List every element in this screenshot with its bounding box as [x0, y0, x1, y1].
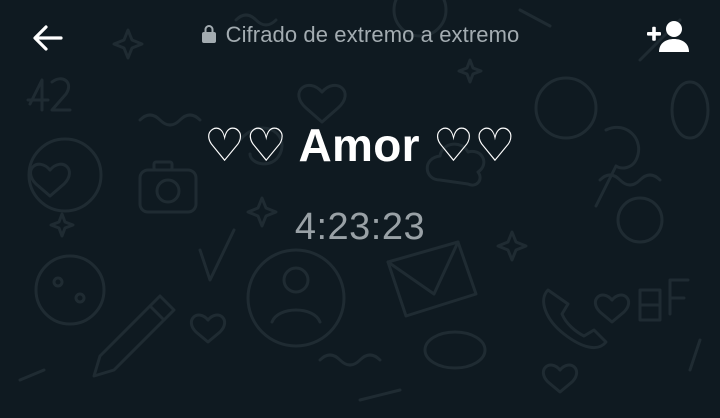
- add-person-icon: [647, 21, 689, 52]
- call-duration: 4:23:23: [294, 206, 426, 248]
- add-participant-button[interactable]: [640, 14, 696, 58]
- call-top-bar: Cifrado de extremo a extremo: [0, 0, 720, 72]
- lock-icon: [201, 24, 217, 44]
- encryption-notice: Cifrado de extremo a extremo: [0, 22, 720, 48]
- encryption-text: Cifrado de extremo a extremo: [225, 22, 520, 47]
- call-contact-name: ♡♡ Amor ♡♡: [204, 119, 516, 171]
